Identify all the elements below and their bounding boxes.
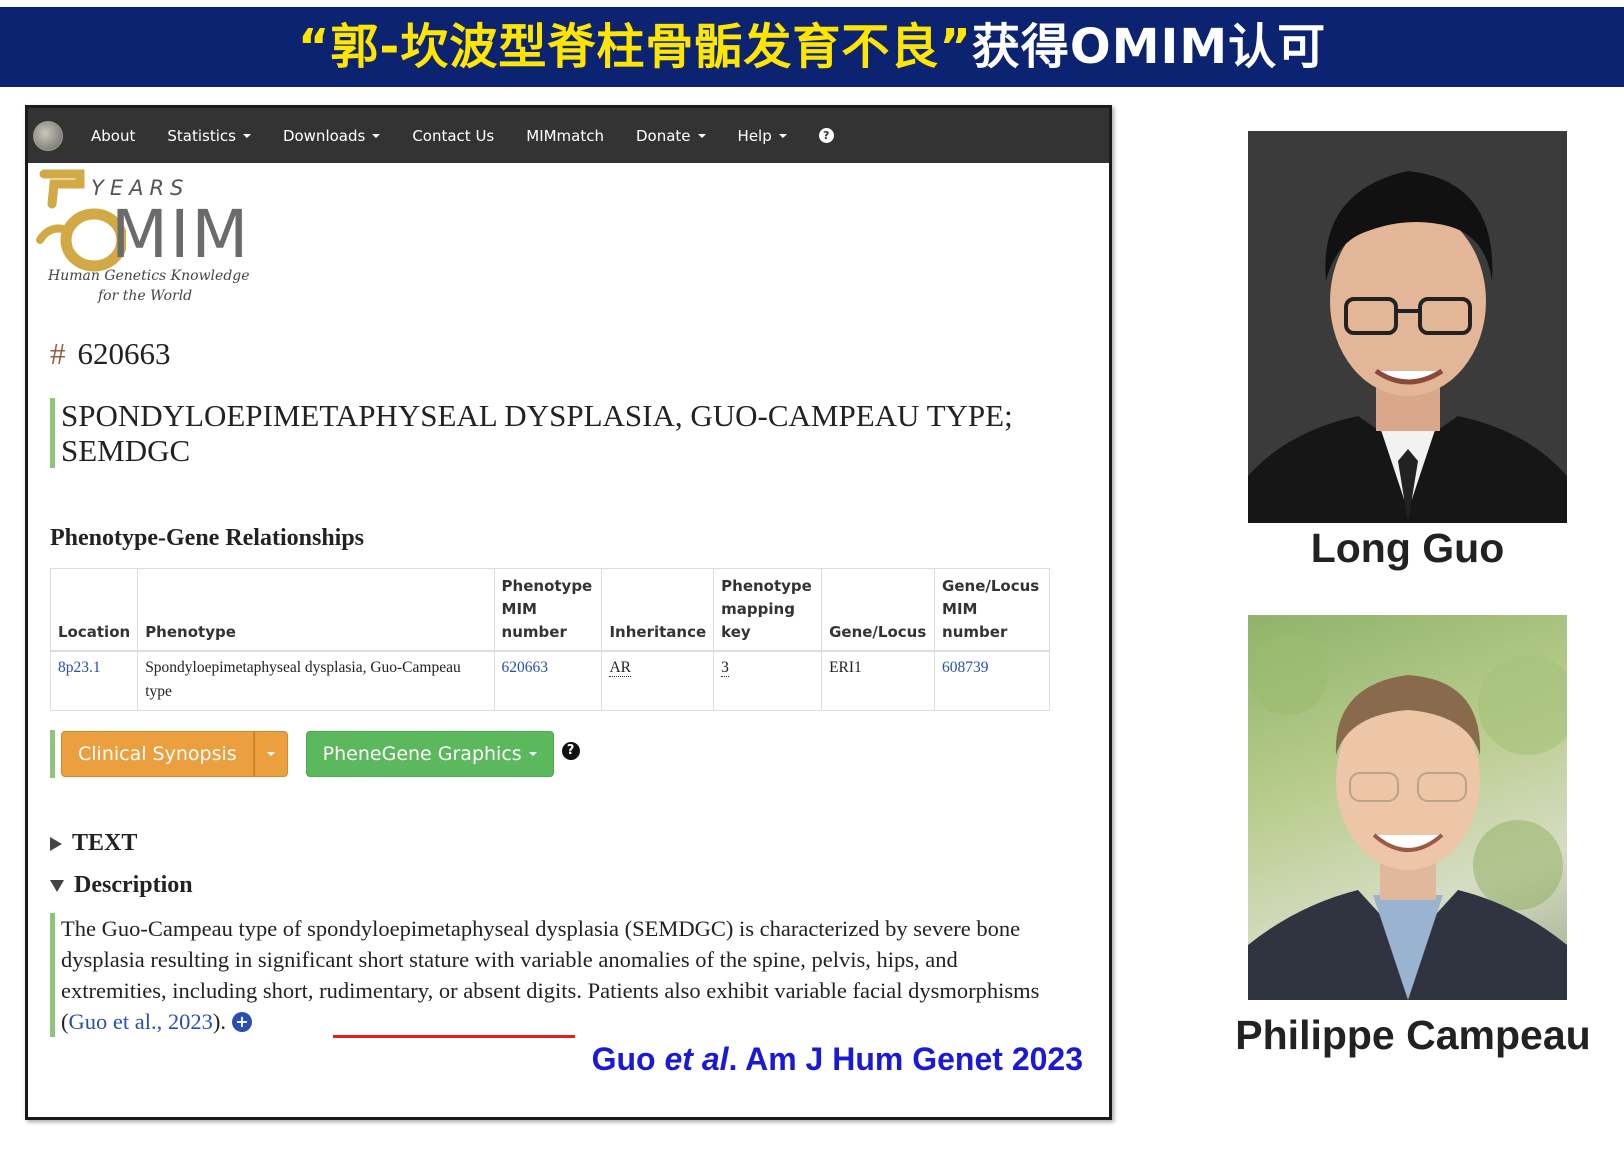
gene-locus-cell: ERI1 bbox=[821, 650, 936, 711]
nav-item-label: Help bbox=[737, 126, 772, 145]
action-button-bar: Clinical Synopsis PheneGene Graphics ? bbox=[50, 730, 580, 778]
nav-item-downloads[interactable]: Downloads bbox=[282, 126, 381, 145]
description-paragraph: The Guo-Campeau type of spondyloepimetap… bbox=[50, 913, 1050, 1037]
table-header-row: Location Phenotype Phenotype MIM number … bbox=[49, 568, 1050, 652]
title-banner: “郭-坎波型脊柱骨骺发育不良”获得OMIM认可 bbox=[0, 7, 1624, 87]
clinical-synopsis-dropdown-button[interactable] bbox=[253, 731, 288, 777]
column-header: Phenotype mapping key bbox=[713, 568, 823, 652]
citation-italic: et al bbox=[664, 1041, 729, 1077]
entry-number: #620663 bbox=[50, 336, 171, 372]
citation-suffix: . Am J Hum Genet 2023 bbox=[728, 1041, 1084, 1077]
section-description-label: Description bbox=[74, 872, 193, 898]
column-header: Gene/Locus bbox=[821, 568, 936, 652]
nav-item-label: MIMmatch bbox=[526, 126, 604, 145]
phenotype-cell: Spondyloepimetaphyseal dysplasia, Guo-Ca… bbox=[137, 650, 495, 711]
inheritance-abbr[interactable]: AR bbox=[609, 659, 632, 677]
logo-tagline-2: for the World bbox=[98, 288, 193, 304]
banner-title-suffix: 获得OMIM认可 bbox=[971, 19, 1327, 75]
table-row: 8p23.1 Spondyloepimetaphyseal dysplasia,… bbox=[49, 650, 1050, 711]
nav-item-label: Contact Us bbox=[412, 126, 495, 145]
caret-down-icon bbox=[242, 134, 251, 138]
phenotype-gene-heading: Phenotype-Gene Relationships bbox=[50, 525, 365, 551]
phenegene-graphics-label: PheneGene Graphics bbox=[322, 743, 522, 765]
portrait-photo-long-guo bbox=[1248, 131, 1567, 523]
omim-screenshot: About Statistics Downloads Contact Us MI… bbox=[25, 105, 1112, 1120]
caret-down-icon bbox=[372, 134, 381, 138]
caret-down-icon bbox=[528, 752, 537, 756]
caret-down-icon bbox=[266, 752, 275, 756]
location-link[interactable]: 8p23.1 bbox=[49, 650, 139, 711]
banner-title-cn: “郭-坎波型脊柱骨骺发育不良” bbox=[297, 19, 972, 75]
nav-item-label: About bbox=[91, 126, 136, 145]
person-name-2: Philippe Campeau bbox=[1235, 1012, 1591, 1058]
phenotype-gene-table: Location Phenotype Phenotype MIM number … bbox=[49, 568, 1050, 711]
section-text-label: TEXT bbox=[72, 830, 138, 856]
nav-item-label: Donate bbox=[636, 126, 691, 145]
red-underline-annotation bbox=[333, 1035, 575, 1038]
nav-item-label: Statistics bbox=[167, 126, 236, 145]
logo-tagline-1: Human Genetics Knowledge bbox=[48, 268, 250, 284]
question-circle-icon[interactable]: ? bbox=[561, 742, 580, 760]
citation-annotation: Guo et al. Am J Hum Genet 2023 bbox=[592, 1041, 1083, 1078]
reference-link[interactable]: Guo et al., 2023 bbox=[69, 1009, 213, 1034]
person-photo-icon bbox=[1248, 635, 1567, 1000]
nav-item-about[interactable]: About bbox=[91, 127, 135, 145]
column-header: Location bbox=[49, 568, 139, 652]
nav-item-mimmatch[interactable]: MIMmatch bbox=[526, 127, 604, 145]
column-header: Gene/Locus MIM number bbox=[934, 568, 1050, 652]
portrait-photo-philippe-campeau bbox=[1248, 615, 1567, 1000]
caret-down-icon bbox=[778, 134, 787, 138]
column-header: Phenotype bbox=[137, 568, 495, 652]
logo-mim-text: MIM bbox=[111, 196, 251, 273]
gene-mim-link[interactable]: 608739 bbox=[934, 650, 1050, 711]
person-name-1: Long Guo bbox=[1310, 525, 1505, 571]
nav-item-statistics[interactable]: Statistics bbox=[167, 127, 251, 145]
column-header: Phenotype MIM number bbox=[493, 568, 603, 652]
banner-title: “郭-坎波型脊柱骨骺发育不良”获得OMIM认可 bbox=[0, 7, 1624, 87]
triangle-right-icon bbox=[50, 837, 62, 852]
phenotype-mim-link[interactable]: 620663 bbox=[493, 650, 603, 711]
phenegene-graphics-button[interactable]: PheneGene Graphics bbox=[305, 731, 554, 777]
entry-title: SPONDYLOEPIMETAPHYSEAL DYSPLASIA, GUO-CA… bbox=[50, 398, 1050, 468]
omim-nav-logo-icon[interactable] bbox=[33, 120, 63, 151]
citation-prefix: Guo bbox=[591, 1041, 665, 1077]
column-header: Inheritance bbox=[601, 568, 715, 652]
entry-hash-symbol: # bbox=[50, 336, 66, 371]
entry-mim-number: 620663 bbox=[77, 336, 171, 371]
green-accent-bar bbox=[50, 730, 55, 778]
clinical-synopsis-button[interactable]: Clinical Synopsis bbox=[61, 731, 254, 777]
clinical-synopsis-label: Clinical Synopsis bbox=[78, 743, 237, 765]
omim-50-years-logo[interactable]: YEARS MIM Human Genetics Knowledge for t… bbox=[36, 168, 266, 308]
person-photo-icon bbox=[1248, 131, 1567, 523]
nav-item-label: Downloads bbox=[282, 126, 366, 145]
section-text-toggle[interactable]: TEXT bbox=[50, 830, 137, 857]
triangle-down-icon bbox=[50, 880, 64, 893]
mapping-key-cell[interactable]: 3 bbox=[713, 650, 823, 711]
description-tail: ). bbox=[212, 1009, 226, 1034]
nav-item-donate[interactable]: Donate bbox=[636, 127, 706, 145]
plus-circle-icon[interactable]: + bbox=[231, 1012, 252, 1032]
mapping-key-abbr[interactable]: 3 bbox=[721, 659, 729, 677]
section-description-toggle[interactable]: Description bbox=[50, 872, 193, 899]
nav-item-help[interactable]: Help bbox=[738, 127, 787, 145]
caret-down-icon bbox=[697, 134, 706, 138]
top-navbar: About Statistics Downloads Contact Us MI… bbox=[28, 108, 1109, 163]
inheritance-cell[interactable]: AR bbox=[601, 650, 715, 711]
question-circle-icon[interactable]: ? bbox=[818, 128, 834, 143]
nav-item-contact-us[interactable]: Contact Us bbox=[412, 127, 494, 145]
